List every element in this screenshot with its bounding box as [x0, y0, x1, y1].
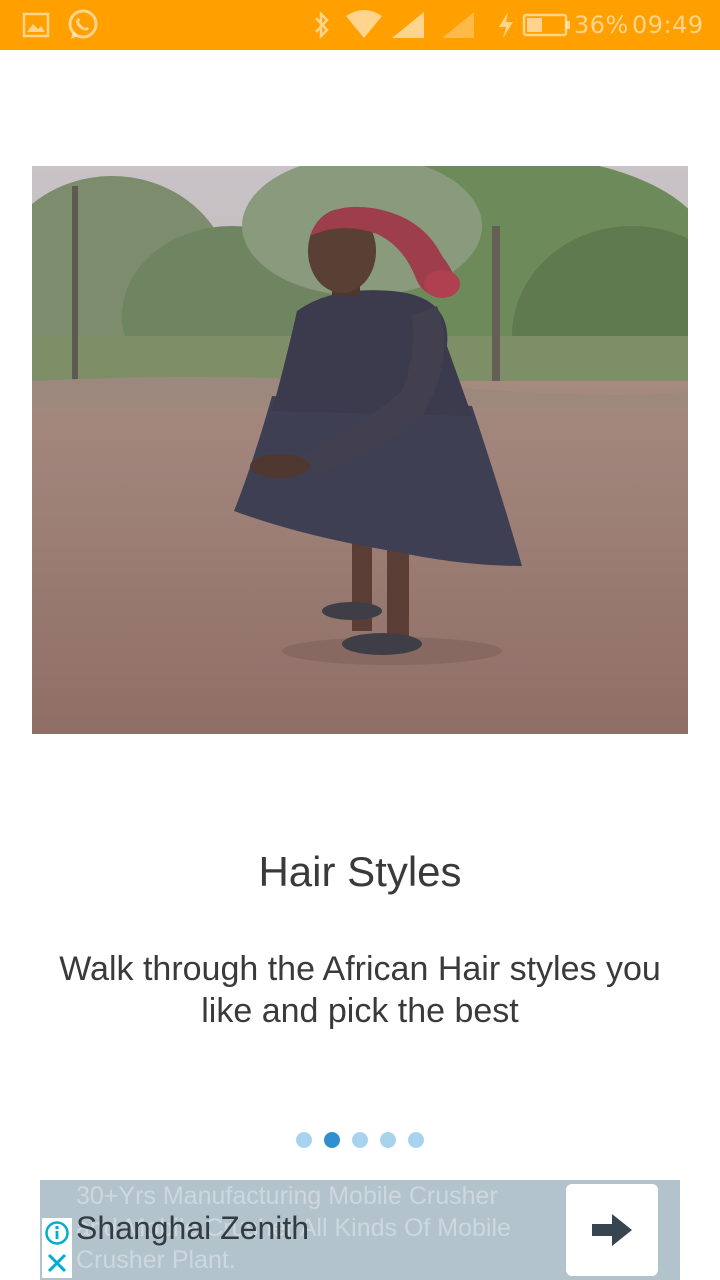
onboarding-description: Walk through the African Hair styles you… — [59, 950, 661, 1030]
signal-icon — [440, 0, 476, 50]
status-bar: 36% 09:49 — [0, 0, 720, 50]
arrow-right-icon — [592, 1214, 632, 1246]
ad-banner[interactable]: 30+Yrs Manufacturing Mobile Crusher and … — [40, 1180, 680, 1280]
signal-icon — [390, 0, 426, 50]
battery-percentage: 36% — [574, 11, 629, 39]
image-icon — [22, 0, 50, 50]
onboarding-title: Hair Styles — [258, 848, 462, 895]
info-icon[interactable] — [42, 1218, 72, 1248]
bluetooth-icon — [312, 0, 332, 50]
ad-cta-button[interactable] — [566, 1184, 658, 1276]
close-icon[interactable] — [42, 1248, 72, 1278]
page-dot[interactable] — [380, 1132, 396, 1148]
ad-title[interactable]: Shanghai Zenith — [76, 1210, 309, 1247]
whatsapp-icon — [66, 0, 100, 50]
clock: 09:49 — [632, 11, 704, 39]
charging-icon — [496, 0, 516, 50]
battery-icon — [522, 0, 572, 50]
wifi-icon — [344, 0, 384, 50]
page-dot-active[interactable] — [324, 1132, 340, 1148]
page-dot[interactable] — [352, 1132, 368, 1148]
page-dot[interactable] — [408, 1132, 424, 1148]
page-indicator — [0, 1132, 720, 1148]
onboarding-image — [32, 166, 688, 734]
page-dot[interactable] — [296, 1132, 312, 1148]
